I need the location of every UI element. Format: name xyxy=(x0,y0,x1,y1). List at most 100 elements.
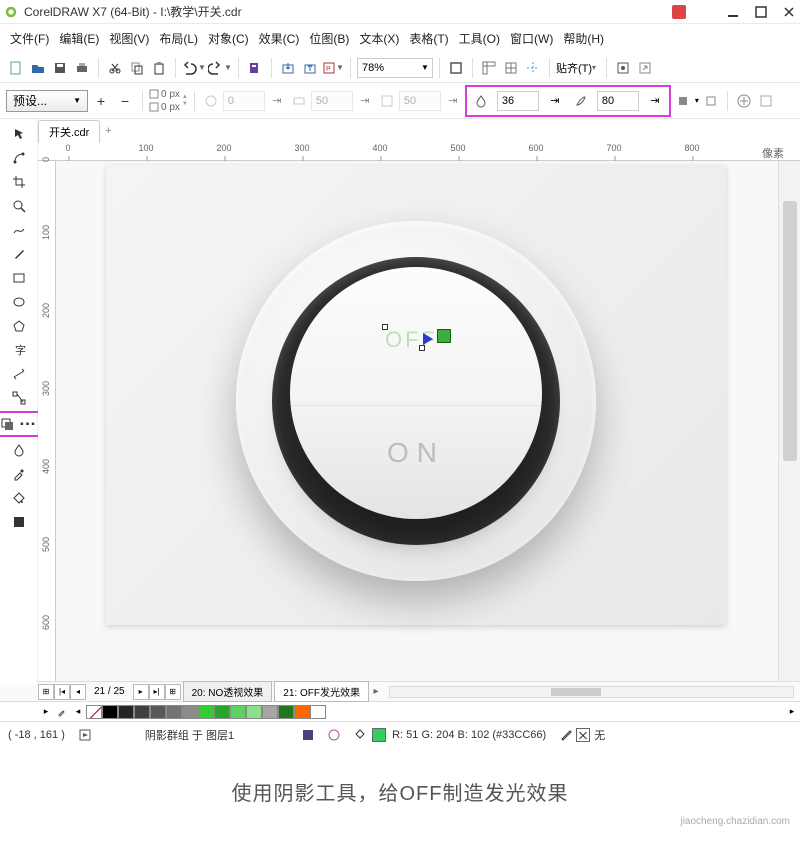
freehand-tool[interactable] xyxy=(6,219,32,241)
pick-tool[interactable] xyxy=(6,123,32,145)
prev-page-button[interactable]: ◂ xyxy=(70,684,86,700)
maximize-button[interactable] xyxy=(754,5,768,19)
shadow-preset-combo[interactable]: 预设...▼ xyxy=(6,90,88,112)
new-icon[interactable] xyxy=(6,58,26,78)
feather-edge-icon[interactable] xyxy=(701,91,721,111)
zoom-tool[interactable] xyxy=(6,195,32,217)
zoom-combo[interactable]: ▼ xyxy=(357,58,433,78)
no-color-swatch[interactable] xyxy=(86,705,102,719)
color-swatch[interactable] xyxy=(246,705,262,719)
color-swatch[interactable] xyxy=(198,705,214,719)
menu-view[interactable]: 视图(V) xyxy=(105,28,153,49)
zoom-input[interactable] xyxy=(358,62,418,74)
copy-icon[interactable] xyxy=(127,58,147,78)
canvas-area[interactable]: ON OFF xyxy=(56,161,778,681)
menu-table[interactable]: 表格(T) xyxy=(405,28,452,49)
menu-text[interactable]: 文本(X) xyxy=(355,28,403,49)
shadow-direction-arrow[interactable] xyxy=(423,333,433,345)
opacity-slider-icon[interactable]: ⇥ xyxy=(545,91,565,111)
parallel-dim-tool[interactable] xyxy=(6,363,32,385)
print-icon[interactable] xyxy=(72,58,92,78)
search-content-icon[interactable] xyxy=(245,58,265,78)
redo-button[interactable]: ▼ xyxy=(208,61,232,75)
color-swatch[interactable] xyxy=(118,705,134,719)
next-object-icon[interactable] xyxy=(79,729,91,741)
fill-color-indicator[interactable]: R: 51 G: 204 B: 102 (#33CC66) xyxy=(354,728,546,742)
eyedropper-tool[interactable] xyxy=(6,463,32,485)
horizontal-scrollbar[interactable] xyxy=(389,686,794,698)
off-shadow-control[interactable]: OFF xyxy=(385,327,453,353)
next-page-button[interactable]: ▸ xyxy=(133,684,149,700)
shadow-start-handle[interactable] xyxy=(382,324,388,330)
undo-button[interactable]: ▼ xyxy=(182,61,206,75)
color-swatch[interactable] xyxy=(262,705,278,719)
polygon-tool[interactable] xyxy=(6,315,32,337)
show-rulers-icon[interactable] xyxy=(479,58,499,78)
color-swatch[interactable] xyxy=(134,705,150,719)
clear-shadow-icon[interactable] xyxy=(756,91,776,111)
open-icon[interactable] xyxy=(28,58,48,78)
color-swatch[interactable] xyxy=(102,705,118,719)
first-page-button[interactable]: |◂ xyxy=(54,684,70,700)
paste-icon[interactable] xyxy=(149,58,169,78)
cut-icon[interactable] xyxy=(105,58,125,78)
outline-indicator[interactable]: 无 xyxy=(560,727,605,743)
doc-tab-active[interactable]: 开关.cdr xyxy=(38,120,100,143)
color-swatch[interactable] xyxy=(278,705,294,719)
color-swatch[interactable] xyxy=(214,705,230,719)
show-guides-icon[interactable] xyxy=(523,58,543,78)
transparency-tool[interactable] xyxy=(6,439,32,461)
vertical-scrollbar[interactable] xyxy=(778,161,800,681)
new-doc-tab[interactable]: + xyxy=(99,125,117,137)
palette-scroll-left[interactable]: ◂ xyxy=(70,704,86,720)
color-swatch[interactable] xyxy=(310,705,326,719)
page-tab-21[interactable]: 21: OFF发光效果 xyxy=(274,681,369,702)
menu-help[interactable]: 帮助(H) xyxy=(559,28,608,49)
palette-menu-icon[interactable]: ▸ xyxy=(38,704,54,720)
smart-fill-tool[interactable] xyxy=(6,511,32,533)
menu-bitmap[interactable]: 位图(B) xyxy=(305,28,353,49)
menu-effects[interactable]: 效果(C) xyxy=(255,28,304,49)
color-swatch[interactable] xyxy=(182,705,198,719)
remove-preset-button[interactable]: − xyxy=(114,93,136,109)
text-tool[interactable]: 字 xyxy=(6,339,32,361)
save-icon[interactable] xyxy=(50,58,70,78)
options-icon[interactable] xyxy=(613,58,633,78)
palette-eyedropper-icon[interactable] xyxy=(54,704,70,720)
h-scroll-thumb[interactable] xyxy=(551,688,601,696)
color-swatch[interactable] xyxy=(166,705,182,719)
connector-tool[interactable] xyxy=(6,387,32,409)
artistic-media-tool[interactable] xyxy=(6,243,32,265)
interactive-fill-tool[interactable] xyxy=(6,487,32,509)
menu-object[interactable]: 对象(C) xyxy=(204,28,253,49)
user-icon[interactable] xyxy=(672,5,686,19)
menu-file[interactable]: 文件(F) xyxy=(6,28,53,49)
feather-slider-icon[interactable]: ⇥ xyxy=(645,91,665,111)
color-swatch[interactable] xyxy=(150,705,166,719)
launch-icon[interactable] xyxy=(635,58,655,78)
import-icon[interactable] xyxy=(278,58,298,78)
page-tab-20[interactable]: 20: NO透视效果 xyxy=(183,681,273,702)
add-page-after-icon[interactable]: ⊞ xyxy=(165,684,181,700)
copy-shadow-icon[interactable] xyxy=(734,91,754,111)
menu-layout[interactable]: 布局(L) xyxy=(155,28,202,49)
add-preset-button[interactable]: + xyxy=(90,93,112,109)
menu-edit[interactable]: 编辑(E) xyxy=(55,28,103,49)
rectangle-tool[interactable] xyxy=(6,267,32,289)
shadow-mid-handle[interactable] xyxy=(419,345,425,351)
shape-tool[interactable] xyxy=(6,147,32,169)
color-swatch[interactable] xyxy=(230,705,246,719)
page-tab-more[interactable]: ▸ xyxy=(369,686,383,697)
fullscreen-icon[interactable] xyxy=(446,58,466,78)
snap-button[interactable]: 贴齐(T) ▾ xyxy=(556,60,600,76)
ellipse-tool[interactable] xyxy=(6,291,32,313)
save-status-icon[interactable] xyxy=(302,729,314,741)
scrollbar-thumb[interactable] xyxy=(783,201,797,461)
publish-button[interactable]: P▼ xyxy=(322,61,344,75)
close-button[interactable] xyxy=(782,5,796,19)
menu-tools[interactable]: 工具(O) xyxy=(455,28,504,49)
show-grid-icon[interactable] xyxy=(501,58,521,78)
last-page-button[interactable]: ▸| xyxy=(149,684,165,700)
minimize-button[interactable] xyxy=(726,5,740,19)
shadow-opacity-field[interactable] xyxy=(497,91,539,111)
